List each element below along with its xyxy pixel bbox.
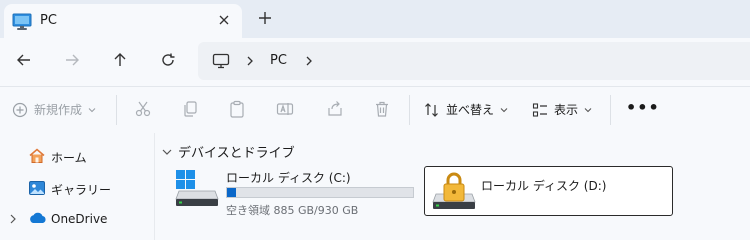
devices-group-header[interactable]: デバイスとドライブ: [162, 142, 295, 161]
tab-pc[interactable]: PC: [4, 4, 242, 38]
group-title: デバイスとドライブ: [178, 146, 295, 161]
copy-icon[interactable]: [181, 100, 199, 118]
content-pane: デバイスとドライブ ローカル ディスク (C:) 空き領域 885 GB/930…: [155, 133, 750, 240]
sidebar-item-label: OneDrive: [51, 212, 108, 226]
drive-name: ローカル ディスク (C:): [226, 171, 351, 185]
monitor-icon: [12, 13, 32, 31]
chevron-right-icon[interactable]: [304, 56, 314, 66]
chevron-right-icon[interactable]: [9, 214, 17, 224]
arrow-left-icon[interactable]: [16, 52, 32, 68]
breadcrumb-segment-pc[interactable]: PC: [270, 53, 287, 68]
rename-icon[interactable]: [276, 100, 294, 118]
drive-name: ローカル ディスク (D:): [481, 179, 607, 193]
sort-button[interactable]: 並べ替え: [424, 101, 508, 118]
new-button[interactable]: 新規作成: [12, 101, 96, 118]
gallery-icon: [28, 179, 46, 197]
address-bar[interactable]: PC: [198, 42, 750, 80]
drive-tile-c[interactable]: ローカル ディスク (C:) 空き領域 885 GB/930 GB: [174, 169, 424, 219]
toolbar-divider: [610, 95, 611, 125]
new-button-label: 新規作成: [34, 103, 83, 117]
drive-tile-d[interactable]: ローカル ディスク (D:): [424, 166, 673, 216]
sidebar-item-label: ギャラリー: [51, 183, 112, 197]
view-button-label: 表示: [554, 103, 579, 117]
chevron-right-icon[interactable]: [245, 56, 255, 66]
chevron-down-icon: [88, 106, 96, 114]
command-bar: 新規作成 並べ替え 表示 •••: [0, 86, 750, 134]
drive-usage-bar: [226, 187, 414, 198]
chevron-down-icon: [162, 147, 172, 157]
sort-button-label: 並べ替え: [446, 103, 495, 117]
locked-drive-icon: [431, 170, 477, 212]
monitor-icon: [212, 53, 230, 69]
sort-icon: [424, 102, 440, 118]
paste-icon[interactable]: [228, 100, 246, 118]
view-button[interactable]: 表示: [532, 101, 592, 118]
sidebar-item-home[interactable]: ホーム: [0, 141, 154, 171]
chevron-down-icon: [584, 106, 592, 114]
windows-drive-icon: [174, 169, 220, 209]
navigation-pane: ホーム ギャラリー OneDrive: [0, 133, 155, 240]
view-list-icon: [532, 102, 548, 118]
arrow-right-icon[interactable]: [64, 52, 80, 68]
chevron-down-icon: [500, 106, 508, 114]
refresh-icon[interactable]: [160, 52, 176, 68]
navigation-bar: PC: [0, 38, 750, 86]
drive-free-space: 空き領域 885 GB/930 GB: [226, 204, 359, 217]
more-options-button[interactable]: •••: [626, 98, 660, 117]
tab-title: PC: [40, 13, 57, 28]
delete-icon[interactable]: [373, 100, 391, 118]
cut-icon[interactable]: [134, 100, 152, 118]
tab-bar: PC: [0, 0, 750, 38]
toolbar-divider: [409, 95, 410, 125]
home-icon: [28, 147, 46, 165]
drive-usage-fill: [227, 188, 237, 197]
plus-icon[interactable]: [258, 11, 272, 25]
sidebar-item-onedrive[interactable]: OneDrive: [0, 204, 154, 234]
arrow-up-icon[interactable]: [112, 52, 128, 68]
plus-circle-icon: [12, 102, 28, 118]
toolbar-divider: [116, 95, 117, 125]
share-icon[interactable]: [326, 100, 344, 118]
close-icon[interactable]: [218, 14, 230, 26]
onedrive-cloud-icon: [28, 210, 48, 226]
sidebar-item-gallery[interactable]: ギャラリー: [0, 173, 154, 203]
sidebar-item-label: ホーム: [51, 151, 87, 165]
